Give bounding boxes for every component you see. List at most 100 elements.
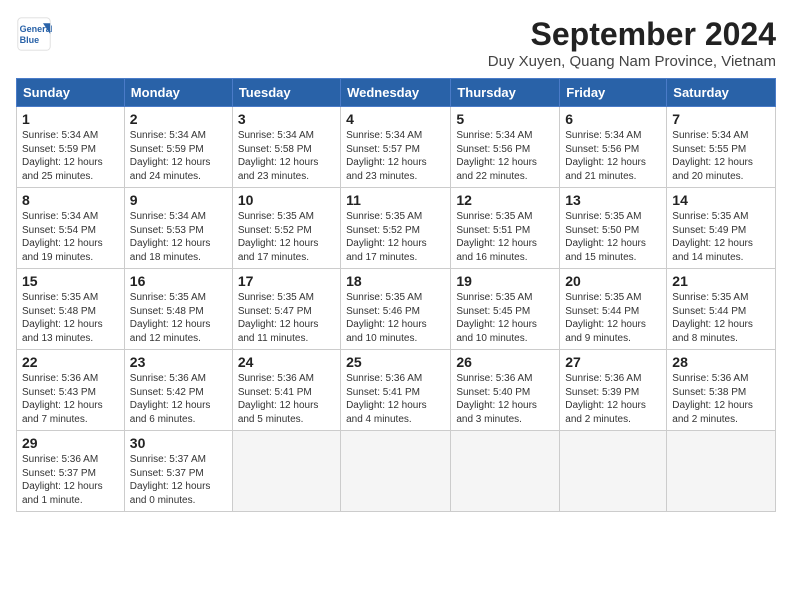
calendar-cell: 14 Sunrise: 5:35 AM Sunset: 5:49 PM Dayli… <box>667 188 776 269</box>
calendar-cell <box>560 431 667 512</box>
day-info: Sunrise: 5:35 AM Sunset: 5:51 PM Dayligh… <box>456 210 554 264</box>
day-number: 9 <box>130 192 227 208</box>
day-info: Sunrise: 5:34 AM Sunset: 5:57 PM Dayligh… <box>346 129 445 183</box>
calendar-cell: 1 Sunrise: 5:34 AM Sunset: 5:59 PM Daylig… <box>17 107 125 188</box>
calendar-cell: 12 Sunrise: 5:35 AM Sunset: 5:51 PM Dayli… <box>451 188 560 269</box>
day-info: Sunrise: 5:35 AM Sunset: 5:47 PM Dayligh… <box>238 291 335 345</box>
calendar-cell: 28 Sunrise: 5:36 AM Sunset: 5:38 PM Dayli… <box>667 350 776 431</box>
day-info: Sunrise: 5:35 AM Sunset: 5:45 PM Dayligh… <box>456 291 554 345</box>
calendar-cell: 4 Sunrise: 5:34 AM Sunset: 5:57 PM Daylig… <box>341 107 451 188</box>
calendar-cell: 15 Sunrise: 5:35 AM Sunset: 5:48 PM Dayli… <box>17 269 125 350</box>
day-number: 26 <box>456 354 554 370</box>
calendar-cell: 16 Sunrise: 5:35 AM Sunset: 5:48 PM Dayli… <box>124 269 232 350</box>
day-number: 5 <box>456 111 554 127</box>
day-number: 21 <box>672 273 770 289</box>
calendar-cell: 13Sunrise: 5:35 AM Sunset: 5:50 PM Dayli… <box>560 188 667 269</box>
day-number: 23 <box>130 354 227 370</box>
calendar-cell: 17 Sunrise: 5:35 AM Sunset: 5:47 PM Dayli… <box>232 269 340 350</box>
day-number: 15 <box>22 273 119 289</box>
day-info: Sunrise: 5:35 AM Sunset: 5:52 PM Dayligh… <box>346 210 445 264</box>
calendar-table: SundayMondayTuesdayWednesdayThursdayFrid… <box>16 78 776 512</box>
calendar-cell: 26 Sunrise: 5:36 AM Sunset: 5:40 PM Dayli… <box>451 350 560 431</box>
day-number: 14 <box>672 192 770 208</box>
calendar-week-row: 22 Sunrise: 5:36 AM Sunset: 5:43 PM Dayli… <box>17 350 776 431</box>
calendar-cell <box>451 431 560 512</box>
header-monday: Monday <box>124 79 232 107</box>
title-section: September 2024 Duy Xuyen, Quang Nam Prov… <box>488 16 776 70</box>
header-wednesday: Wednesday <box>341 79 451 107</box>
day-info: Sunrise: 5:35 AM Sunset: 5:46 PM Dayligh… <box>346 291 445 345</box>
day-info: Sunrise: 5:35 AM Sunset: 5:48 PM Dayligh… <box>22 291 119 345</box>
day-info: Sunrise: 5:35 AM Sunset: 5:49 PM Dayligh… <box>672 210 770 264</box>
calendar-cell <box>667 431 776 512</box>
day-info: Sunrise: 5:34 AM Sunset: 5:59 PM Dayligh… <box>130 129 227 183</box>
calendar-cell <box>232 431 340 512</box>
day-info: Sunrise: 5:36 AM Sunset: 5:42 PM Dayligh… <box>130 372 227 426</box>
day-info: Sunrise: 5:34 AM Sunset: 5:58 PM Dayligh… <box>238 129 335 183</box>
calendar-cell: 27Sunrise: 5:36 AM Sunset: 5:39 PM Dayli… <box>560 350 667 431</box>
day-info: Sunrise: 5:34 AM Sunset: 5:55 PM Dayligh… <box>672 129 770 183</box>
day-number: 2 <box>130 111 227 127</box>
day-number: 28 <box>672 354 770 370</box>
calendar-cell <box>341 431 451 512</box>
calendar-week-row: 1 Sunrise: 5:34 AM Sunset: 5:59 PM Daylig… <box>17 107 776 188</box>
calendar-cell: 24 Sunrise: 5:36 AM Sunset: 5:41 PM Dayli… <box>232 350 340 431</box>
day-number: 24 <box>238 354 335 370</box>
day-number: 20 <box>565 273 661 289</box>
page-header: General Blue September 2024 Duy Xuyen, Q… <box>16 16 776 70</box>
calendar-cell: 10 Sunrise: 5:35 AM Sunset: 5:52 PM Dayli… <box>232 188 340 269</box>
day-number: 12 <box>456 192 554 208</box>
day-number: 17 <box>238 273 335 289</box>
day-number: 22 <box>22 354 119 370</box>
calendar-cell: 5 Sunrise: 5:34 AM Sunset: 5:56 PM Daylig… <box>451 107 560 188</box>
month-title: September 2024 <box>488 16 776 53</box>
day-info: Sunrise: 5:36 AM Sunset: 5:40 PM Dayligh… <box>456 372 554 426</box>
day-number: 29 <box>22 435 119 451</box>
calendar-cell: 7 Sunrise: 5:34 AM Sunset: 5:55 PM Daylig… <box>667 107 776 188</box>
day-number: 4 <box>346 111 445 127</box>
day-info: Sunrise: 5:36 AM Sunset: 5:43 PM Dayligh… <box>22 372 119 426</box>
calendar-cell: 8 Sunrise: 5:34 AM Sunset: 5:54 PM Daylig… <box>17 188 125 269</box>
location-subtitle: Duy Xuyen, Quang Nam Province, Vietnam <box>488 53 776 70</box>
calendar-cell: 6Sunrise: 5:34 AM Sunset: 5:56 PM Daylig… <box>560 107 667 188</box>
header-saturday: Saturday <box>667 79 776 107</box>
calendar-cell: 21Sunrise: 5:35 AM Sunset: 5:44 PM Dayli… <box>667 269 776 350</box>
calendar-cell: 20Sunrise: 5:35 AM Sunset: 5:44 PM Dayli… <box>560 269 667 350</box>
day-number: 10 <box>238 192 335 208</box>
day-info: Sunrise: 5:34 AM Sunset: 5:56 PM Dayligh… <box>456 129 554 183</box>
day-number: 25 <box>346 354 445 370</box>
calendar-cell: 22 Sunrise: 5:36 AM Sunset: 5:43 PM Dayli… <box>17 350 125 431</box>
day-info: Sunrise: 5:36 AM Sunset: 5:41 PM Dayligh… <box>346 372 445 426</box>
logo-icon: General Blue <box>16 16 52 52</box>
calendar-cell: 19 Sunrise: 5:35 AM Sunset: 5:45 PM Dayli… <box>451 269 560 350</box>
header-friday: Friday <box>560 79 667 107</box>
calendar-cell: 23 Sunrise: 5:36 AM Sunset: 5:42 PM Dayli… <box>124 350 232 431</box>
calendar-cell: 18 Sunrise: 5:35 AM Sunset: 5:46 PM Dayli… <box>341 269 451 350</box>
calendar-cell: 2 Sunrise: 5:34 AM Sunset: 5:59 PM Daylig… <box>124 107 232 188</box>
header-sunday: Sunday <box>17 79 125 107</box>
day-info: Sunrise: 5:34 AM Sunset: 5:54 PM Dayligh… <box>22 210 119 264</box>
day-info: Sunrise: 5:35 AM Sunset: 5:48 PM Dayligh… <box>130 291 227 345</box>
day-number: 18 <box>346 273 445 289</box>
day-info: Sunrise: 5:37 AM Sunset: 5:37 PM Dayligh… <box>130 453 227 507</box>
day-number: 11 <box>346 192 445 208</box>
day-info: Sunrise: 5:36 AM Sunset: 5:38 PM Dayligh… <box>672 372 770 426</box>
day-info: Sunrise: 5:36 AM Sunset: 5:37 PM Dayligh… <box>22 453 119 507</box>
calendar-week-row: 29 Sunrise: 5:36 AM Sunset: 5:37 PM Dayli… <box>17 431 776 512</box>
day-info: Sunrise: 5:35 AM Sunset: 5:52 PM Dayligh… <box>238 210 335 264</box>
calendar-cell: 29 Sunrise: 5:36 AM Sunset: 5:37 PM Dayli… <box>17 431 125 512</box>
day-info: Sunrise: 5:36 AM Sunset: 5:41 PM Dayligh… <box>238 372 335 426</box>
calendar-cell: 3Sunrise: 5:34 AM Sunset: 5:58 PM Daylig… <box>232 107 340 188</box>
calendar-week-row: 8 Sunrise: 5:34 AM Sunset: 5:54 PM Daylig… <box>17 188 776 269</box>
calendar-cell: 25 Sunrise: 5:36 AM Sunset: 5:41 PM Dayli… <box>341 350 451 431</box>
day-number: 19 <box>456 273 554 289</box>
day-info: Sunrise: 5:34 AM Sunset: 5:59 PM Dayligh… <box>22 129 119 183</box>
day-number: 1 <box>22 111 119 127</box>
day-number: 16 <box>130 273 227 289</box>
calendar-cell: 30 Sunrise: 5:37 AM Sunset: 5:37 PM Dayli… <box>124 431 232 512</box>
day-number: 6 <box>565 111 661 127</box>
day-number: 7 <box>672 111 770 127</box>
day-number: 8 <box>22 192 119 208</box>
day-number: 30 <box>130 435 227 451</box>
day-info: Sunrise: 5:35 AM Sunset: 5:50 PM Dayligh… <box>565 210 661 264</box>
